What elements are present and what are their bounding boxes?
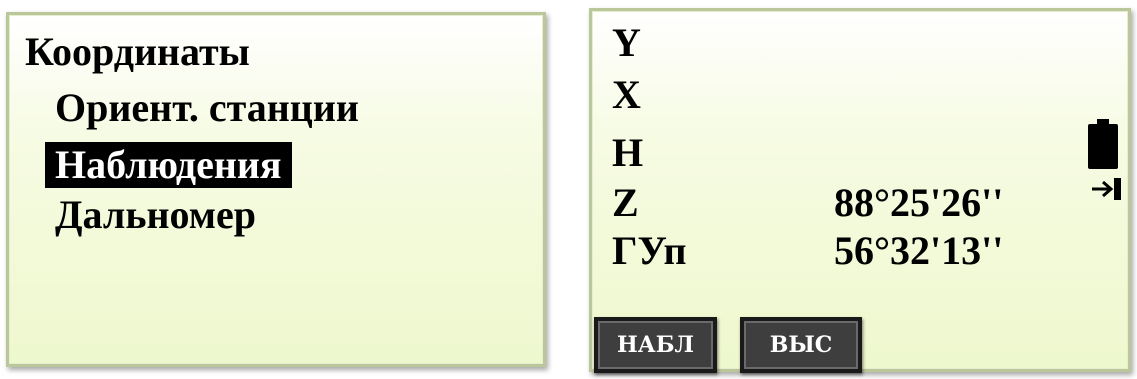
label-h: H bbox=[612, 130, 644, 175]
label-y: Y bbox=[612, 20, 641, 65]
softkey-observe-button[interactable]: НАБЛ bbox=[594, 317, 717, 373]
menu-screen: Координаты Ориент. станции Наблюдения Да… bbox=[6, 12, 546, 367]
label-x: X bbox=[612, 72, 641, 117]
value-z: 88°25'26'' bbox=[834, 180, 1004, 225]
menu-title: Координаты bbox=[25, 29, 250, 74]
softkey-height-button[interactable]: ВЫС bbox=[740, 317, 862, 373]
arrow-to-bar-icon bbox=[1092, 178, 1121, 200]
label-hz-angle: ГУп bbox=[612, 228, 687, 273]
label-z: Z bbox=[612, 180, 639, 225]
menu-item-station-orientation[interactable]: Ориент. станции bbox=[45, 85, 369, 131]
value-hz-angle: 56°32'13'' bbox=[834, 228, 1004, 273]
menu-item-observations[interactable]: Наблюдения bbox=[45, 142, 292, 188]
measurement-screen: Y X H Z 88°25'26'' ГУп 56°32'13'' НАБЛ В… bbox=[589, 8, 1131, 373]
battery-icon bbox=[1088, 119, 1118, 169]
menu-item-rangefinder[interactable]: Дальномер bbox=[45, 192, 266, 238]
